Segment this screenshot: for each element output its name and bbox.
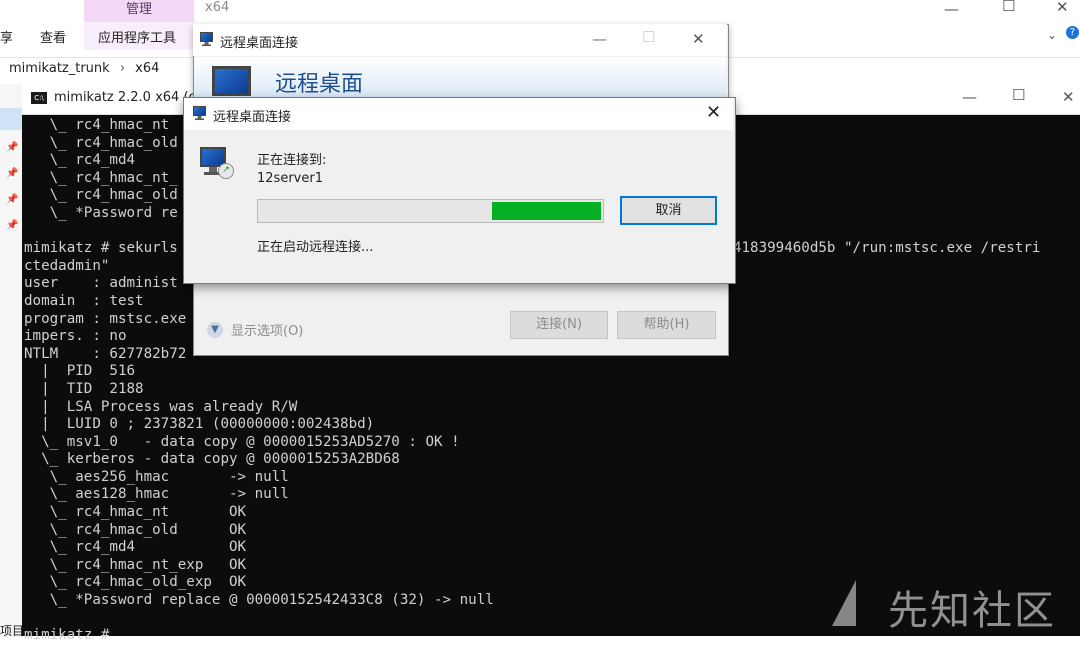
console-maximize-icon[interactable]: ☐ <box>1012 86 1025 104</box>
connecting-dialog-title: 远程桌面连接 <box>213 110 292 125</box>
watermark-text: 先知社区 <box>888 588 1056 634</box>
connecting-dialog-close-icon[interactable]: ✕ <box>706 102 721 123</box>
connection-progress-bar <box>257 199 604 223</box>
pin-icon: 📌 <box>6 168 19 179</box>
breadcrumb-item-mimikatz-trunk[interactable]: mimikatz_trunk <box>9 61 110 76</box>
connect-button[interactable]: 连接(N) <box>510 311 608 339</box>
console-app-icon: C:\ <box>31 92 47 104</box>
explorer-minimize-icon[interactable]: — <box>944 0 959 18</box>
connection-status-text: 正在启动远程连接... <box>257 240 374 255</box>
console-close-icon[interactable]: ✕ <box>1062 88 1075 106</box>
connecting-computer-icon: ↗ <box>200 147 234 179</box>
explorer-close-icon[interactable]: ✕ <box>1056 0 1069 16</box>
console-minimize-icon[interactable]: — <box>962 88 977 106</box>
rdp-main-banner <box>194 57 726 97</box>
ribbon-tab-app-tools[interactable]: 应用程序工具 <box>98 27 176 46</box>
pin-icon: 📌 <box>6 220 19 231</box>
cancel-button[interactable]: 取消 <box>620 196 717 225</box>
rdp-app-icon <box>200 32 213 46</box>
rdp-main-close-icon[interactable]: ✕ <box>692 30 705 48</box>
watermark-logo-icon <box>832 580 856 626</box>
ribbon-context-label-manage[interactable]: 管理 <box>84 0 194 22</box>
rdp-app-icon <box>193 106 206 120</box>
connection-progress-fill <box>492 202 601 220</box>
help-button[interactable]: 帮助(H) <box>617 311 716 339</box>
nav-pane-selected-item[interactable] <box>0 108 22 130</box>
help-icon[interactable]: ? <box>1066 26 1079 39</box>
pin-icon: 📌 <box>6 142 19 153</box>
breadcrumb-separator-icon: › <box>119 61 126 76</box>
ribbon-collapse-chevron-icon[interactable]: ⌄ <box>1047 28 1057 42</box>
console-title: mimikatz 2.2.0 x64 (o <box>54 90 197 105</box>
rdp-main-minimize-icon[interactable]: — <box>592 30 607 48</box>
explorer-maximize-icon[interactable]: ☐ <box>1002 0 1015 15</box>
ribbon-tab-view[interactable]: 查看 <box>40 27 66 46</box>
rdp-main-maximize-icon: ☐ <box>642 28 656 46</box>
rdp-main-title: 远程桌面连接 <box>220 36 299 51</box>
explorer-status-text: 项目 <box>0 624 25 638</box>
rdp-main-heading: 远程桌面 <box>275 72 364 97</box>
server-name: 12server1 <box>257 171 323 186</box>
connecting-to-label: 正在连接到: <box>257 153 327 168</box>
show-options-link[interactable]: 显示选项(O) <box>231 320 303 339</box>
pin-icon: 📌 <box>6 194 19 205</box>
show-options-chevron-icon[interactable]: ▼ <box>207 322 223 338</box>
breadcrumb: mimikatz_trunk › x64 <box>9 61 159 76</box>
navigation-pane <box>0 84 22 636</box>
breadcrumb-item-x64[interactable]: x64 <box>135 61 159 76</box>
explorer-window-title: x64 <box>205 0 230 15</box>
ribbon-tab-share[interactable]: 享 <box>0 27 13 46</box>
